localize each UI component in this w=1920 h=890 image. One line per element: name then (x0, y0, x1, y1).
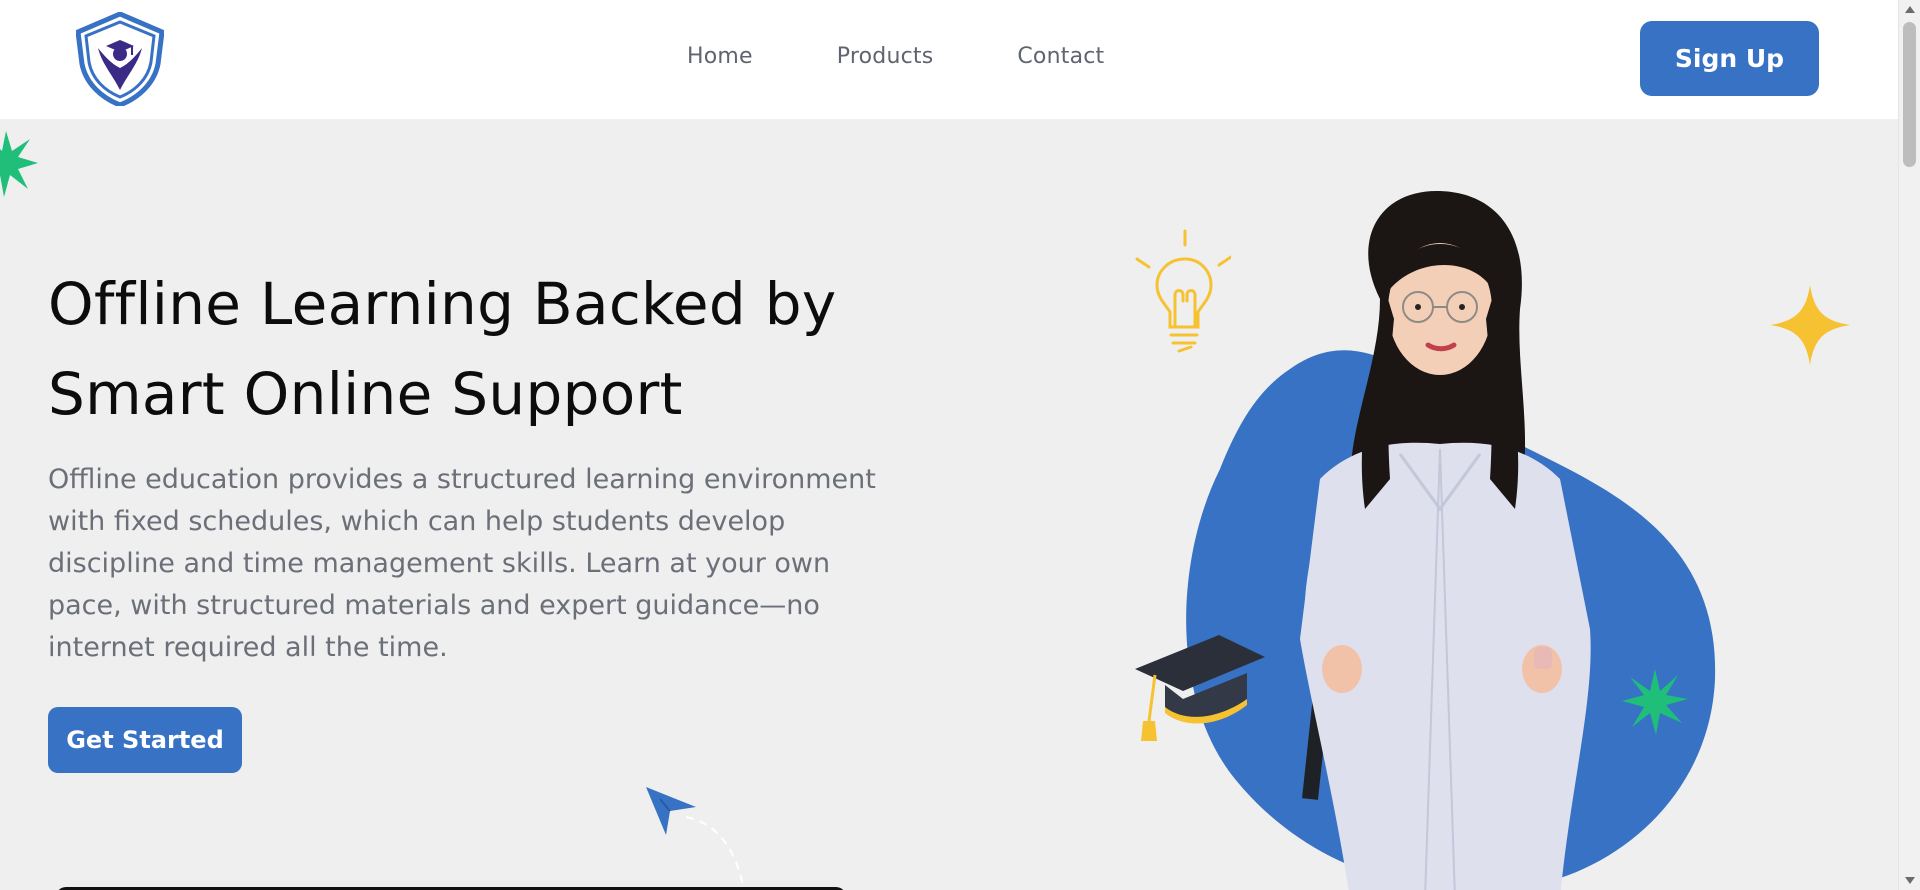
main-nav: Home Products Contact (687, 44, 1104, 69)
green-burst-icon (1622, 669, 1688, 739)
page-scrollbar[interactable] (1898, 0, 1920, 890)
top-navbar: Home Products Contact Sign Up (0, 0, 1898, 119)
hero-title-line-2: Smart Online Support (48, 360, 683, 428)
graduate-shield-logo-icon[interactable] (75, 11, 165, 108)
paper-plane-icon (646, 787, 756, 890)
scroll-down-arrow-icon[interactable] (1905, 877, 1915, 884)
page-viewport: Home Products Contact Sign Up Offline Le… (0, 0, 1898, 890)
scrollbar-thumb[interactable] (1903, 22, 1916, 167)
yellow-sparkle-icon (1770, 285, 1850, 369)
hero-description: Offline education provides a structured … (48, 464, 876, 663)
scroll-up-arrow-icon[interactable] (1905, 6, 1915, 13)
nav-link-contact[interactable]: Contact (1017, 44, 1104, 69)
hero-section: Offline Learning Backed by Smart Online … (0, 119, 1898, 890)
nav-link-home[interactable]: Home (687, 44, 753, 69)
green-starburst-icon (0, 131, 38, 201)
sign-up-button[interactable]: Sign Up (1640, 21, 1819, 96)
hero-title-line-1: Offline Learning Backed by (48, 270, 837, 338)
get-started-button[interactable]: Get Started (48, 707, 242, 773)
graduation-cap-icon (1135, 629, 1265, 745)
hero-title: Offline Learning Backed by Smart Online … (48, 259, 928, 439)
nav-link-products[interactable]: Products (837, 44, 934, 69)
student-illustration (1150, 179, 1730, 890)
